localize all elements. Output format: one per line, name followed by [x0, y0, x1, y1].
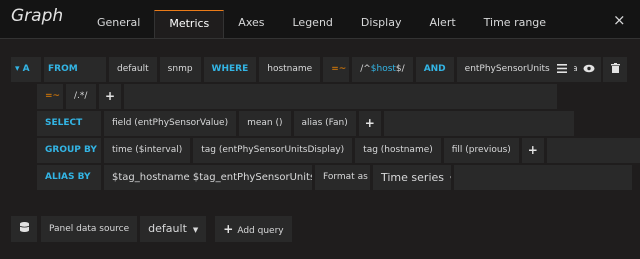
tab-legend[interactable]: Legend — [279, 10, 347, 38]
eye-icon[interactable] — [577, 57, 601, 82]
database-icon — [11, 216, 37, 242]
metrics-editor: ▾ A FROM default snmp WHERE hostname =~ … — [0, 38, 640, 259]
trash-icon[interactable] — [603, 57, 627, 82]
groupby-time-part[interactable]: time ($interval) — [104, 138, 191, 163]
and-keyword: AND — [415, 57, 454, 82]
groupby-tag-hostname-part[interactable]: tag (hostname) — [355, 138, 441, 163]
tag-key-segment[interactable]: hostname — [259, 57, 321, 82]
where-keyword: WHERE — [203, 57, 257, 82]
tag-value2-segment[interactable]: /.*/ — [66, 84, 96, 109]
datasource-value: default — [148, 222, 187, 235]
datasource-select[interactable]: default ▼ — [140, 216, 207, 242]
format-as-label: Format as — [315, 165, 370, 190]
alias-row: ALIAS BY $tag_hostname $tag_entPhySensor… — [37, 165, 632, 190]
groupby-keyword: GROUP BY — [37, 138, 101, 163]
where-row-filler — [124, 84, 557, 109]
datasource-label: Panel data source — [41, 216, 138, 242]
tab-axes[interactable]: Axes — [224, 10, 278, 38]
groupby-row-filler — [546, 138, 640, 163]
select-mean-part[interactable]: mean () — [239, 111, 291, 136]
tab-metrics[interactable]: Metrics — [154, 10, 225, 38]
groupby-fill-part[interactable]: fill (previous) — [443, 138, 519, 163]
editor-tabs: General Metrics Axes Legend Display Aler… — [83, 10, 560, 38]
format-as-select[interactable]: Time series ▼ — [373, 165, 451, 190]
tab-display[interactable]: Display — [347, 10, 416, 38]
select-keyword: SELECT — [37, 111, 101, 136]
plus-icon: + — [223, 222, 234, 236]
panel-header: Graph General Metrics Axes Legend Displa… — [0, 0, 640, 38]
regex-prefix: /^ — [360, 64, 371, 74]
groupby-row: GROUP BY time ($interval) tag (entPhySen… — [37, 138, 640, 163]
menu-icon[interactable] — [550, 57, 574, 82]
add-condition-button[interactable]: + — [99, 84, 121, 109]
operator2-segment[interactable]: =~ — [37, 84, 63, 109]
retention-policy-segment[interactable]: default — [109, 57, 157, 82]
add-query-button[interactable]: + Add query — [215, 216, 292, 242]
tab-general[interactable]: General — [83, 10, 154, 38]
query-ref-toggle[interactable]: ▾ A — [11, 57, 41, 82]
select-alias-part[interactable]: alias (Fan) — [293, 111, 356, 136]
select-row-filler — [383, 111, 574, 136]
select-row: SELECT field (entPhySensorValue) mean ()… — [37, 111, 574, 136]
operator-segment[interactable]: =~ — [323, 57, 350, 82]
aliasby-keyword: ALIAS BY — [37, 165, 101, 190]
tab-time-range[interactable]: Time range — [470, 10, 560, 38]
add-query-label: Add query — [237, 226, 284, 236]
chevron-down-icon: ▼ — [192, 226, 199, 234]
select-field-part[interactable]: field (entPhySensorValue) — [104, 111, 237, 136]
format-as-value: Time series — [381, 171, 444, 184]
host-variable: $host — [370, 64, 396, 74]
regex-suffix: $/ — [395, 64, 405, 74]
panel-title: Graph — [11, 6, 64, 26]
datasource-row: Panel data source default ▼ + Add query — [41, 216, 295, 242]
add-groupby-part-button[interactable]: + — [521, 138, 544, 163]
alias-input[interactable]: $tag_hostname $tag_entPhySensorUnitsDi — [104, 165, 312, 190]
chevron-down-icon: ▼ — [450, 175, 451, 183]
where-row-2: =~ /.*/ + — [37, 84, 557, 109]
add-select-part-button[interactable]: + — [358, 111, 381, 136]
tag-value-segment[interactable]: /^$host$/ — [352, 57, 413, 82]
measurement-segment[interactable]: snmp — [159, 57, 201, 82]
alias-row-filler — [454, 165, 632, 190]
close-icon[interactable]: × — [613, 11, 626, 29]
from-row: ▾ A FROM default snmp WHERE hostname =~ … — [11, 57, 583, 82]
groupby-tag-units-part[interactable]: tag (entPhySensorUnitsDisplay) — [193, 138, 353, 163]
from-keyword: FROM — [44, 57, 106, 82]
tab-alert[interactable]: Alert — [415, 10, 469, 38]
